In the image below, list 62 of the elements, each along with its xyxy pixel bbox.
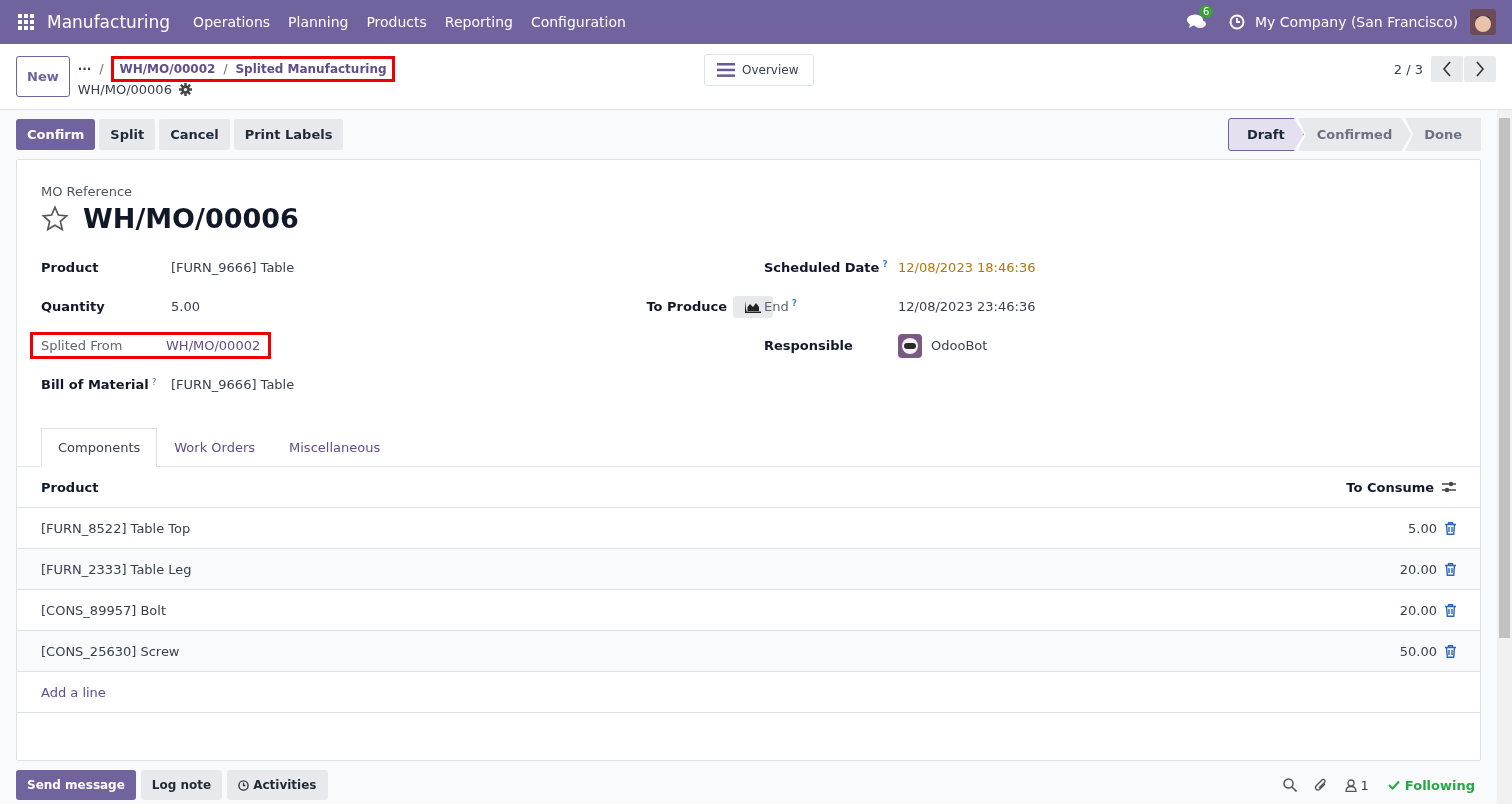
overview-button[interactable]: Overview [704,54,814,86]
action-button[interactable]: Print Labels [233,119,344,150]
column-header[interactable]: Product [41,479,1339,495]
record-title: WH/MO/00006 [83,203,299,234]
notebook-tab[interactable]: Work Orders [157,428,273,467]
breadcrumb-link[interactable]: Splited Manufacturing [235,62,387,76]
status-stage[interactable]: Confirmed [1297,118,1412,151]
breadcrumb-separator: / [99,62,104,76]
field-value[interactable]: WH/MO/00002 [166,338,261,353]
notebook-tab[interactable]: Miscellaneous [272,428,398,467]
status-stage[interactable]: Done [1405,118,1481,151]
table-cell: 20.00 [1399,561,1437,577]
help-tooltip-mark[interactable]: ? [151,377,157,387]
action-button[interactable]: Split [99,119,156,150]
follower-count: 1 [1360,777,1369,793]
company-switcher[interactable]: My Company (San Francisco) [1255,14,1458,30]
table-cell-text: [FURN_8522] Table Top [41,520,192,536]
table-cell: 5.00 [1408,520,1437,536]
log-note-button[interactable]: Log note [140,770,223,800]
table-cell-text: [CONS_89957] Bolt [41,602,167,618]
field-value: 5.00 [171,299,200,314]
menu-item[interactable]: Planning [279,14,358,30]
breadcrumb-more[interactable]: ··· [77,62,92,76]
menu-item[interactable]: Operations [184,14,280,30]
action-button[interactable]: Confirm [16,119,96,150]
table-cell-text: [FURN_2333] Table Leg [41,561,193,577]
menu-item[interactable]: Reporting [435,14,522,30]
breadcrumb-separator: / [223,62,228,76]
help-tooltip-mark[interactable]: ? [791,298,797,309]
activities-button[interactable]: Activities [227,770,328,800]
field-label: Bill of Material [41,377,149,392]
field-label: MO Reference [41,184,134,199]
field-value[interactable]: OdooBot [931,338,988,353]
menu-item[interactable]: Configuration [521,14,635,30]
send-message-button[interactable]: Send message [16,770,136,800]
status-stage[interactable]: Draft [1227,118,1304,151]
app-name[interactable]: Manufacturing [47,12,171,32]
field-value: 12/08/2023 23:46:36 [898,299,1036,314]
notebook-tab[interactable]: Components [41,428,158,467]
record-name: WH/MO/00006 [77,82,172,97]
field-label: Product [41,260,99,275]
table-cell-text: [CONS_25630] Screw [41,643,181,659]
field-value: [FURN_9666] Table [171,377,295,392]
pager-value: 2 / 3 [1393,61,1423,77]
field-label: To Produce [646,299,727,314]
action-button[interactable]: Cancel [159,119,230,150]
menu-item[interactable]: Products [357,14,436,30]
add-line-link[interactable]: Add a line [41,684,106,700]
field-label: Splited From [41,338,123,353]
message-count-badge: 6 [1199,5,1214,18]
column-header[interactable]: To Consume [1346,479,1434,495]
breadcrumb-link[interactable]: WH/MO/00002 [119,62,216,76]
field-value: [FURN_9666] Table [171,260,295,275]
field-value: 12/08/2023 18:46:36 [898,260,1036,275]
table-cell: 20.00 [1399,602,1437,618]
field-label: Quantity [41,299,105,314]
table-cell: 50.00 [1399,643,1437,659]
new-button[interactable]: New [16,56,70,97]
field-label: Responsible [764,338,853,353]
field-label: Scheduled Date [764,260,880,276]
field-label: End [764,299,789,315]
help-tooltip-mark[interactable]: ? [882,259,888,270]
